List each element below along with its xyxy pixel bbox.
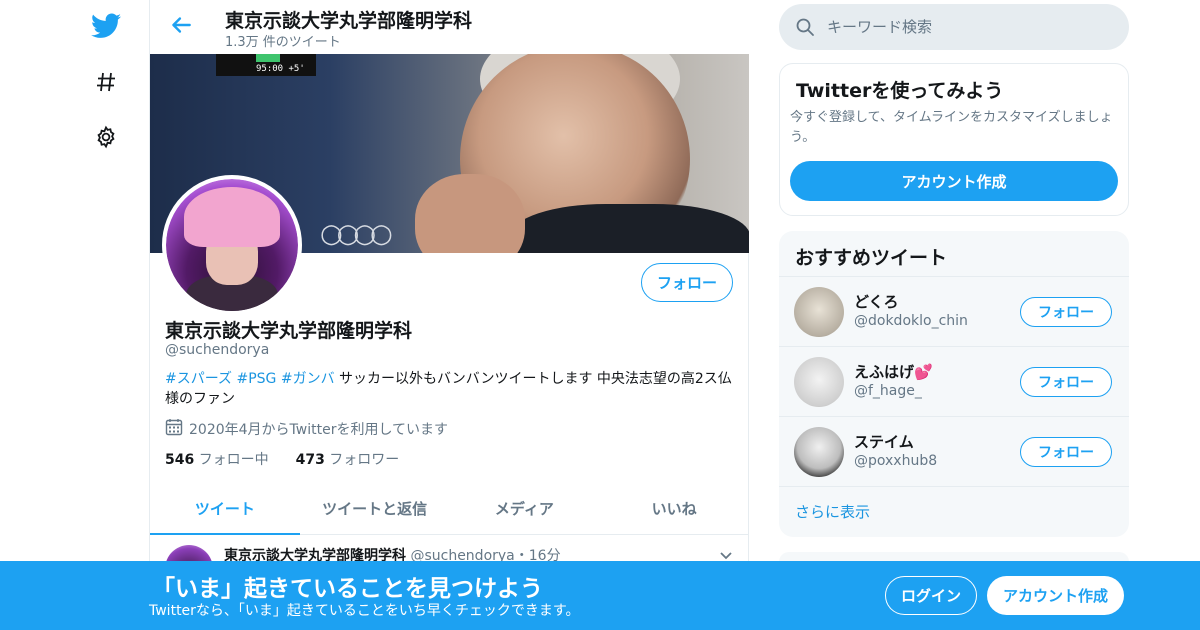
rings-graphic: ○○○○	[320, 219, 393, 249]
hashtag-link[interactable]: #スパーズ	[165, 371, 232, 387]
tab-media[interactable]: メディア	[450, 483, 600, 534]
header-title: 東京示談大学丸学部隆明学科	[225, 10, 473, 32]
signup-card-subtitle: 今すぐ登録して、タイムラインをカスタマイズしましょう。	[790, 110, 1113, 145]
profile-handle: @suchendorya	[165, 342, 270, 358]
avatar[interactable]	[794, 427, 844, 477]
recommended-card: おすすめツイート どくろ @dokdoklo_chin フォロー えふはげ💕 @…	[779, 231, 1129, 537]
tab-tweets[interactable]: ツイート	[150, 483, 300, 535]
account-name: どくろ	[854, 293, 899, 311]
recommended-account[interactable]: どくろ @dokdoklo_chin フォロー	[779, 276, 1129, 346]
signup-card-title: Twitterを使ってみよう	[796, 80, 1004, 102]
hashtag-link[interactable]: #ガンバ	[281, 371, 335, 387]
create-account-button[interactable]: アカウント作成	[987, 576, 1124, 615]
following-link[interactable]: 546 フォロー中	[165, 452, 269, 468]
profile-header-bar: 東京示談大学丸学部隆明学科 1.3万 件のツイート	[150, 0, 749, 54]
show-more-link[interactable]: さらに表示	[795, 501, 870, 522]
tab-tweets-and-replies[interactable]: ツイートと返信	[300, 483, 450, 534]
search-box[interactable]	[779, 4, 1129, 50]
hashtag-icon[interactable]	[88, 64, 124, 100]
prompt-title: 「いま」起きていることを見つけよう	[152, 576, 543, 602]
recommended-title: おすすめツイート	[795, 247, 948, 269]
signup-prompt-bar: 「いま」起きていることを見つけよう Twitterなら、「いま」起きていることを…	[0, 561, 1200, 630]
signup-card: Twitterを使ってみよう 今すぐ登録して、タイムラインをカスタマイズしましょ…	[779, 63, 1129, 216]
signup-button[interactable]: アカウント作成	[790, 161, 1118, 201]
tab-likes[interactable]: いいね	[599, 483, 749, 534]
avatar[interactable]	[794, 357, 844, 407]
recommended-account[interactable]: えふはげ💕 @f_hage_ フォロー	[779, 346, 1129, 416]
profile-avatar[interactable]	[162, 175, 302, 315]
prompt-subtitle: Twitterなら、「いま」起きていることをいち早くチェックできます。	[149, 603, 580, 619]
account-handle: @poxxhub8	[854, 453, 938, 469]
login-button[interactable]: ログイン	[885, 576, 977, 615]
calendar-icon	[165, 418, 183, 440]
header-tweet-count: 1.3万 件のツイート	[225, 35, 341, 50]
account-name: ステイム	[854, 433, 914, 451]
profile-column: 東京示談大学丸学部隆明学科 1.3万 件のツイート 95:00 +5' ○○○○…	[149, 0, 749, 630]
recommended-account[interactable]: ステイム @poxxhub8 フォロー	[779, 416, 1129, 486]
search-input[interactable]	[827, 4, 1117, 50]
follow-stats: 546 フォロー中 473 フォロワー	[165, 449, 399, 469]
twitter-logo-icon[interactable]	[88, 8, 124, 44]
account-handle: @dokdoklo_chin	[854, 313, 968, 329]
join-date: 2020年4月からTwitterを利用しています	[165, 418, 448, 440]
search-icon	[795, 17, 815, 37]
gear-icon[interactable]	[88, 119, 124, 155]
profile-name: 東京示談大学丸学部隆明学科	[165, 320, 413, 342]
follow-button[interactable]: フォロー	[641, 263, 733, 302]
follow-button[interactable]: フォロー	[1020, 367, 1112, 397]
scoreboard-graphic: 95:00 +5'	[216, 54, 316, 76]
hashtag-link[interactable]: #PSG	[236, 371, 276, 387]
account-handle: @f_hage_	[854, 383, 922, 399]
profile-bio: #スパーズ #PSG #ガンバ サッカー以外もバンバンツイートします 中央法志望…	[165, 369, 735, 409]
follow-button[interactable]: フォロー	[1020, 297, 1112, 327]
followers-link[interactable]: 473 フォロワー	[296, 452, 400, 468]
follow-button[interactable]: フォロー	[1020, 437, 1112, 467]
profile-tabs: ツイート ツイートと返信 メディア いいね	[150, 483, 749, 535]
account-name: えふはげ💕	[854, 363, 933, 381]
back-arrow-icon[interactable]	[168, 12, 194, 38]
avatar[interactable]	[794, 287, 844, 337]
